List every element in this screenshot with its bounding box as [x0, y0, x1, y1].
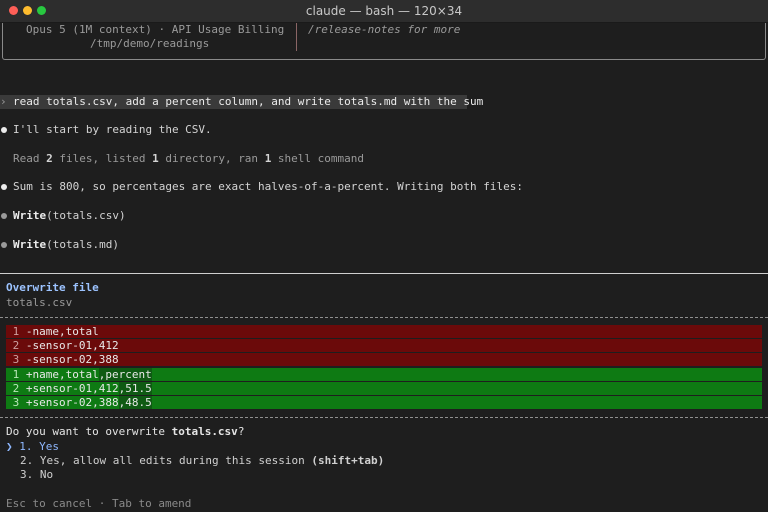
diff-divider [0, 317, 768, 318]
diff-line-removed: 1 -name,total [6, 325, 762, 338]
welcome-box-divider [296, 23, 297, 51]
panel-divider [0, 273, 768, 274]
tool-call: Write(totals.csv) [13, 209, 126, 222]
window-titlebar: claude — bash — 120×34 [0, 0, 768, 23]
option-yes[interactable]: ❯ 1. Yes [6, 440, 59, 454]
diff-line-removed: 3 -sensor-02,388 [6, 353, 762, 366]
prompt-glyph: › [0, 95, 7, 108]
message-bullet-icon [1, 127, 7, 133]
tool-call: Write(totals.md) [13, 238, 119, 251]
option-yes-all-edits[interactable]: 2. Yes, allow all edits during this sess… [20, 454, 384, 468]
diff-line-added: 2 +sensor-01,412,51.5 [6, 382, 762, 395]
panel-heading: Overwrite file [6, 281, 99, 294]
question-divider [0, 417, 768, 418]
assistant-message: Sum is 800, so percentages are exact hal… [13, 180, 523, 193]
tool-summary: Read 2 files, listed 1 directory, ran 1 … [13, 152, 365, 165]
footer-hint: Esc to cancel · Tab to amend [6, 497, 192, 510]
option-no[interactable]: 3. No [20, 468, 53, 482]
diff-line-removed: 2 -sensor-01,412 [6, 339, 762, 352]
message-bullet-icon [1, 184, 7, 190]
tool-bullet-icon [1, 242, 7, 248]
model-info: Opus 5 (1M context) · API Usage Billing [26, 23, 285, 36]
panel-filename: totals.csv [6, 296, 73, 309]
tool-bullet-icon [1, 213, 7, 219]
diff-line-added: 3 +sensor-02,388,48.5 [6, 396, 762, 409]
release-notes-hint: /release-notes for more [308, 23, 461, 36]
diff-line-added: 1 +name,total,percent [6, 368, 762, 381]
selection-cursor-icon: ❯ [6, 440, 13, 453]
working-directory: /tmp/demo/readings [90, 37, 210, 50]
confirm-question: Do you want to overwrite totals.csv? [6, 425, 245, 438]
window-title: claude — bash — 120×34 [305, 4, 463, 18]
assistant-message: I'll start by reading the CSV. [13, 123, 212, 136]
prompt-text: read totals.csv, add a percent column, a… [13, 95, 484, 108]
